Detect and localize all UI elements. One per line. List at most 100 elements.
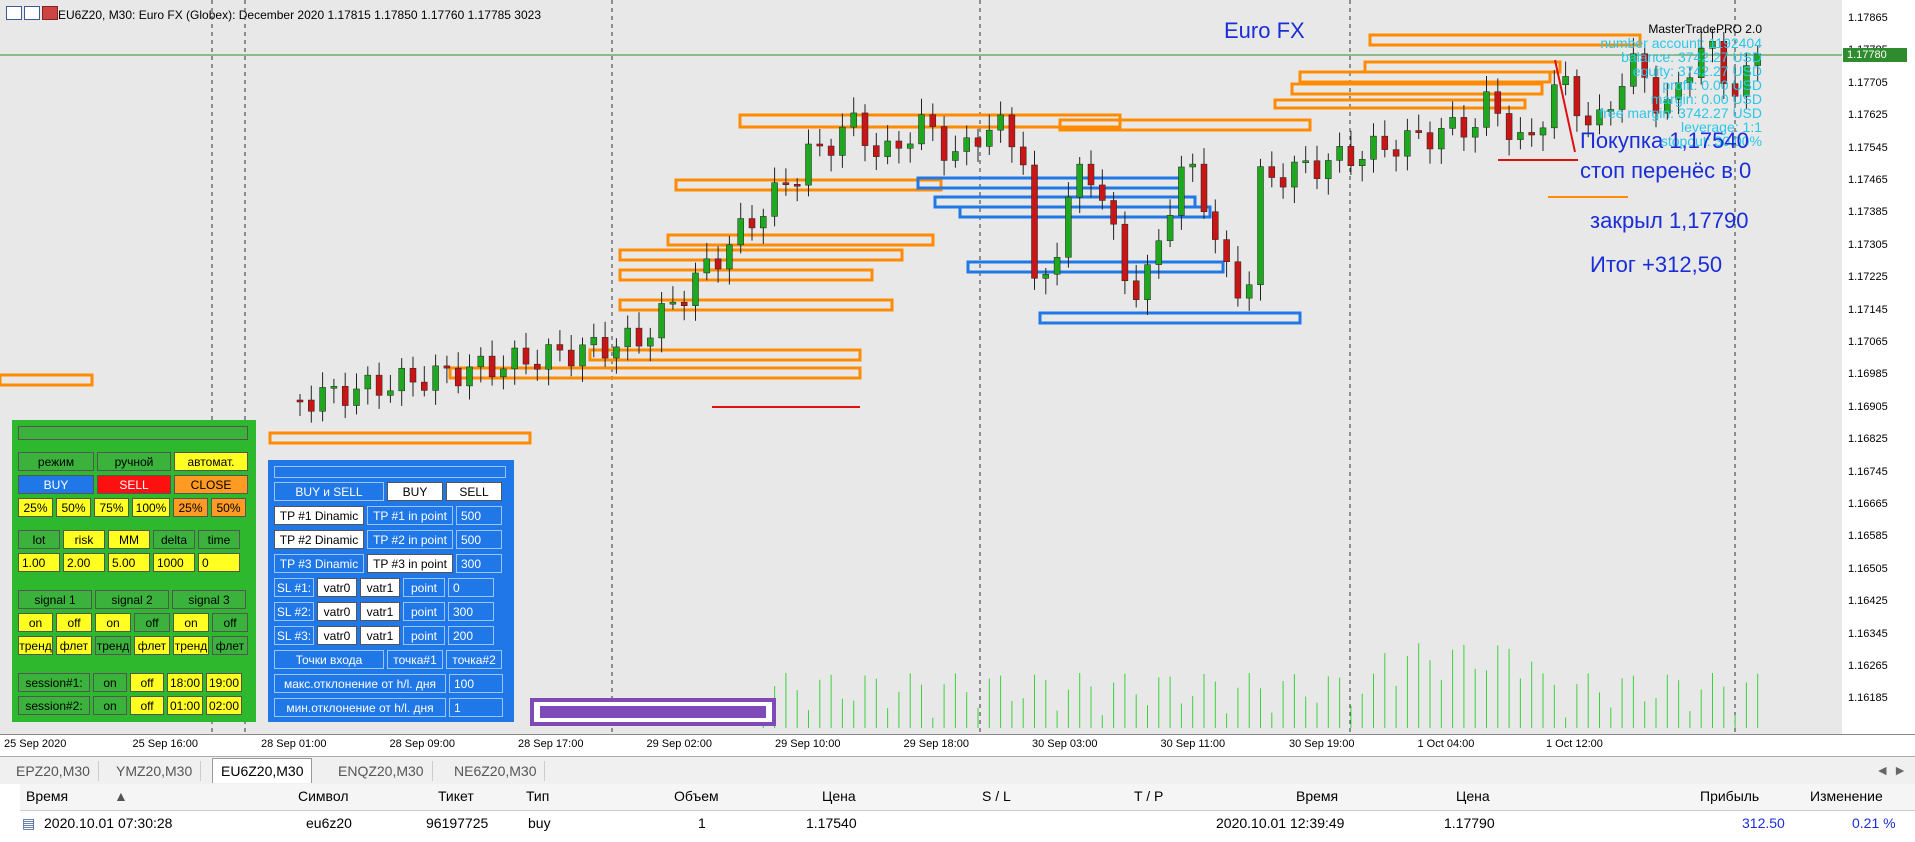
session-1-to-input[interactable]: 19:00 <box>206 673 242 692</box>
entry-point-1-button[interactable]: точка#1 <box>387 650 443 669</box>
session-2-to-input[interactable]: 02:00 <box>206 696 242 715</box>
max-deviation-input[interactable]: 100 <box>449 674 503 693</box>
col-price[interactable]: Цена <box>822 788 856 804</box>
col-ticket[interactable]: Тикет <box>438 788 474 804</box>
sl2-point-button[interactable]: point <box>403 602 445 621</box>
tab-epz20[interactable]: EPZ20,M30 <box>8 761 99 781</box>
delta-input[interactable]: 1000 <box>153 553 195 572</box>
candle-body <box>330 386 338 389</box>
pct-100-button[interactable]: 100% <box>132 498 170 517</box>
resistance-zone <box>1290 82 1544 96</box>
sl3-value-input[interactable]: 200 <box>448 626 494 645</box>
signal-3-trend-button[interactable]: тренд <box>173 636 209 655</box>
col-profit[interactable]: Прибыль <box>1700 788 1759 804</box>
signal-1-flat-button[interactable]: флет <box>56 636 92 655</box>
entry-points-button[interactable]: Точки входа <box>274 650 384 669</box>
sl3-vatr1-button[interactable]: vatr1 <box>360 626 400 645</box>
tp3-value-input[interactable]: 300 <box>456 554 502 573</box>
signal-1-on-button[interactable]: on <box>18 613 53 632</box>
tp1-dinamic-button[interactable]: TP #1 Dinamic <box>274 506 364 525</box>
signal-1-off-button[interactable]: off <box>56 613 92 632</box>
price-chart[interactable]: EU6Z20, M30: Euro FX (Globex): December … <box>0 0 1843 734</box>
signal-2-trend-button[interactable]: тренд <box>95 636 131 655</box>
lot-input[interactable]: 1.00 <box>18 553 60 572</box>
tp2-dinamic-button[interactable]: TP #2 Dinamic <box>274 530 364 549</box>
tab-ymz20[interactable]: YMZ20,M30 <box>108 761 202 781</box>
col-sl[interactable]: S / L <box>982 788 1011 804</box>
session-1-off-button[interactable]: off <box>130 673 164 692</box>
sl1-point-button[interactable]: point <box>403 578 445 597</box>
signal-2-flat-button[interactable]: флет <box>134 636 170 655</box>
sl1-value-input[interactable]: 0 <box>448 578 494 597</box>
tp1-value-input[interactable]: 500 <box>456 506 502 525</box>
min-deviation-input[interactable]: 1 <box>449 698 503 717</box>
signal-3-flat-button[interactable]: флет <box>212 636 248 655</box>
signal-3-on-button[interactable]: on <box>173 613 209 632</box>
buy-and-sell-button[interactable]: BUY и SELL <box>274 482 384 501</box>
close-pct-25-button[interactable]: 25% <box>173 498 208 517</box>
tp3-dinamic-button[interactable]: TP #3 Dinamic <box>274 554 364 573</box>
tab-eu6z20[interactable]: EU6Z20,M30 <box>212 758 313 783</box>
col-change[interactable]: Изменение <box>1810 788 1883 804</box>
close-pct-50-button[interactable]: 50% <box>211 498 246 517</box>
tp1-point-button[interactable]: TP #1 in point <box>367 506 453 525</box>
sl1-vatr0-button[interactable]: vatr0 <box>317 578 357 597</box>
col-type[interactable]: Тип <box>526 788 549 804</box>
table-row[interactable]: ▤ 2020.10.01 07:30:28 eu6z20 96197725 bu… <box>20 811 1915 835</box>
col-volume[interactable]: Объем <box>674 788 719 804</box>
tab-ne6z20[interactable]: NE6Z20,M30 <box>446 761 546 781</box>
time-tick: 1 Oct 12:00 <box>1546 738 1603 750</box>
tp2-value-input[interactable]: 500 <box>456 530 502 549</box>
sl1-label: SL #1: <box>274 578 314 597</box>
pct-25-button[interactable]: 25% <box>18 498 53 517</box>
session-2-on-button[interactable]: on <box>93 696 127 715</box>
pct-75-button[interactable]: 75% <box>94 498 129 517</box>
session-2-off-button[interactable]: off <box>130 696 164 715</box>
pct-50-button[interactable]: 50% <box>56 498 91 517</box>
session-1-from-input[interactable]: 18:00 <box>167 673 203 692</box>
buy-button[interactable]: BUY <box>18 475 94 494</box>
sl2-vatr0-button[interactable]: vatr0 <box>317 602 357 621</box>
signal-2-on-button[interactable]: on <box>95 613 131 632</box>
candle-body <box>997 114 1004 131</box>
sell-only-button[interactable]: SELL <box>446 482 502 501</box>
sell-button[interactable]: SELL <box>97 475 171 494</box>
purple-panel[interactable] <box>530 698 776 726</box>
col-close-price[interactable]: Цена <box>1456 788 1490 804</box>
tp3-point-button[interactable]: TP #3 in point <box>367 554 453 573</box>
col-symbol[interactable]: Символ <box>298 788 348 804</box>
col-time[interactable]: Время <box>26 788 68 804</box>
account-line: margin: 0.00 USD <box>1650 91 1762 107</box>
cell-profit: 312.50 <box>1742 815 1785 831</box>
signal-2-off-button[interactable]: off <box>134 613 170 632</box>
buy-only-button[interactable]: BUY <box>387 482 443 501</box>
col-tp[interactable]: T / P <box>1134 788 1163 804</box>
auto-button[interactable]: автомат. <box>174 452 248 471</box>
sl1-vatr1-button[interactable]: vatr1 <box>360 578 400 597</box>
sl3-vatr0-button[interactable]: vatr0 <box>317 626 357 645</box>
tab-scroll-arrows[interactable]: ◄ ► <box>1875 762 1907 778</box>
candle-body <box>590 337 598 346</box>
sl2-vatr1-button[interactable]: vatr1 <box>360 602 400 621</box>
annotation-buy: Покупка 1,17540 <box>1580 128 1749 153</box>
time-input[interactable]: 0 <box>198 553 240 572</box>
col-close-time[interactable]: Время <box>1296 788 1338 804</box>
entry-point-2-button[interactable]: точка#2 <box>446 650 502 669</box>
sl2-value-input[interactable]: 300 <box>448 602 494 621</box>
risk-input[interactable]: 2.00 <box>63 553 105 572</box>
signal-1-trend-button[interactable]: тренд <box>18 636 53 655</box>
tab-enqz20[interactable]: ENQZ20,M30 <box>330 761 433 781</box>
price-tick: 1.16985 <box>1848 368 1888 381</box>
candle-body <box>556 344 564 351</box>
tp2-point-button[interactable]: TP #2 in point <box>367 530 453 549</box>
signal-3-off-button[interactable]: off <box>212 613 248 632</box>
session-2-from-input[interactable]: 01:00 <box>167 696 203 715</box>
manual-button[interactable]: ручной <box>97 452 171 471</box>
session-1-on-button[interactable]: on <box>93 673 127 692</box>
cell-symbol: eu6z20 <box>306 815 352 831</box>
mm-input[interactable]: 5.00 <box>108 553 150 572</box>
candle-body <box>1189 163 1196 168</box>
close-button[interactable]: CLOSE <box>174 475 248 494</box>
sl3-point-button[interactable]: point <box>403 626 445 645</box>
candle-body <box>782 182 790 185</box>
